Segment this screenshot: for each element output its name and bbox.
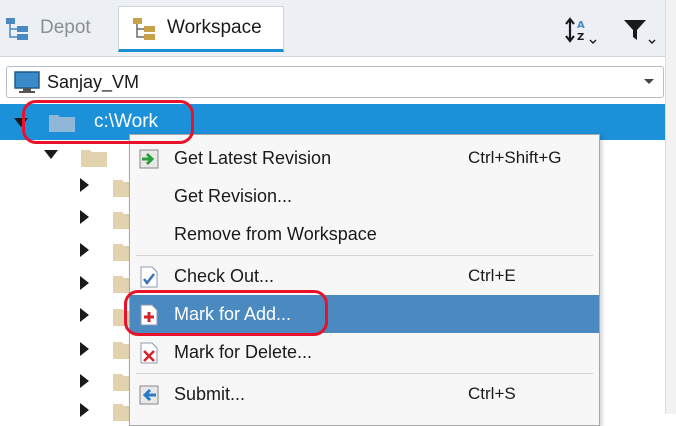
tab-workspace-label: Workspace xyxy=(167,17,262,38)
checkout-icon xyxy=(140,266,158,288)
vertical-scrollbar[interactable] xyxy=(665,0,676,414)
menu-item-submit[interactable]: Submit... Ctrl+S xyxy=(130,375,599,413)
menu-item-label: Mark for Delete... xyxy=(174,342,313,362)
collapse-triangle-icon[interactable] xyxy=(80,178,89,192)
collapse-triangle-icon[interactable] xyxy=(80,374,89,388)
menu-separator xyxy=(136,373,593,374)
depot-tree-icon xyxy=(6,18,28,40)
svg-text:Z: Z xyxy=(577,32,584,43)
chevron-down-icon xyxy=(644,79,654,84)
sort-button[interactable]: A Z xyxy=(560,14,604,48)
tab-depot[interactable]: Depot xyxy=(4,6,91,50)
menu-item-label: Check Out... xyxy=(174,266,275,286)
menu-item-remove-from-workspace[interactable]: Remove from Workspace xyxy=(130,215,599,253)
tab-workspace[interactable]: Workspace xyxy=(118,6,284,52)
menu-item-shortcut: Ctrl+S xyxy=(468,384,516,403)
menu-item-mark-for-delete[interactable]: Mark for Delete... xyxy=(130,333,599,371)
menu-item-label: Submit... xyxy=(174,384,246,404)
workspace-selector-value: Sanjay_VM xyxy=(47,71,140,92)
expand-triangle-icon[interactable] xyxy=(44,150,58,159)
folder-icon xyxy=(81,150,107,167)
collapse-triangle-icon[interactable] xyxy=(80,403,89,417)
computer-icon xyxy=(14,71,40,93)
menu-item-shortcut: Ctrl+Shift+G xyxy=(468,148,562,167)
collapse-triangle-icon[interactable] xyxy=(80,210,89,224)
menu-item-shortcut: Ctrl+E xyxy=(468,266,516,285)
tab-bar: Depot Workspace A Z xyxy=(0,0,665,57)
menu-item-label: Get Latest Revision xyxy=(174,148,332,168)
menu-separator xyxy=(136,255,593,256)
tab-depot-label: Depot xyxy=(40,17,91,38)
menu-item-get-latest[interactable]: Get Latest Revision Ctrl+Shift+G xyxy=(130,139,599,177)
collapse-triangle-icon[interactable] xyxy=(80,342,89,356)
sort-az-icon: A Z xyxy=(565,17,597,44)
annotation-circle-root xyxy=(22,100,194,144)
filter-icon xyxy=(624,20,656,44)
menu-item-label: Get Revision... xyxy=(174,186,293,206)
workspace-tree-icon xyxy=(133,18,155,40)
collapse-triangle-icon[interactable] xyxy=(80,243,89,257)
svg-text:A: A xyxy=(577,20,585,31)
workspace-selector[interactable]: Sanjay_VM xyxy=(6,66,664,98)
get-latest-icon xyxy=(139,149,159,169)
annotation-circle-mark-for-add xyxy=(124,290,328,336)
menu-item-label: Remove from Workspace xyxy=(174,224,377,244)
menu-item-get-revision[interactable]: Get Revision... xyxy=(130,177,599,215)
collapse-triangle-icon[interactable] xyxy=(80,276,89,290)
filter-button[interactable] xyxy=(616,14,660,48)
context-menu: Get Latest Revision Ctrl+Shift+G Get Rev… xyxy=(129,134,600,426)
mark-delete-icon xyxy=(140,342,158,364)
submit-icon xyxy=(139,385,159,405)
collapse-triangle-icon[interactable] xyxy=(80,308,89,322)
